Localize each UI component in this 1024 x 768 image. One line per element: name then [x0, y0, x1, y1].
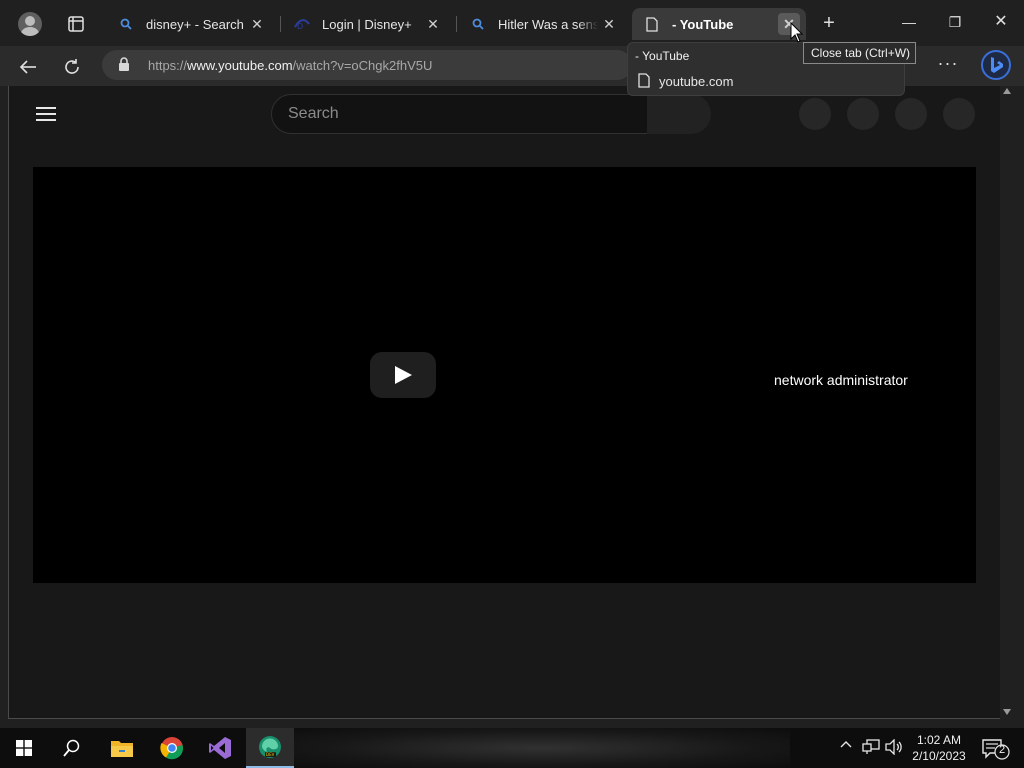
close-tab-tooltip: Close tab (Ctrl+W) — [803, 42, 916, 64]
svg-text:DEV: DEV — [266, 752, 275, 757]
visual-studio-icon — [209, 737, 231, 759]
page-scrollbar[interactable] — [1000, 86, 1015, 719]
tab-close-button[interactable]: ✕ — [598, 13, 620, 35]
tab-close-button[interactable]: ✕ — [422, 13, 444, 35]
new-tab-button[interactable]: + — [818, 12, 840, 34]
tab-strip: disney+ - Search ✕ D Login | Disney+ ✕ H… — [0, 0, 1024, 46]
notification-center-button[interactable]: 2 — [982, 738, 1010, 760]
tab-youtube[interactable]: - YouTube ✕ — [632, 8, 806, 40]
tab-separator — [456, 16, 457, 32]
search-box[interactable]: Search — [271, 94, 648, 134]
tab-title: Hitler Was a sensei — [498, 16, 598, 32]
minimize-button[interactable]: — — [897, 10, 921, 34]
edge-dev-button[interactable]: DEV — [246, 728, 294, 768]
file-explorer-button[interactable] — [98, 728, 146, 768]
video-overlay-text: network administrator — [774, 372, 908, 388]
tab-title: Login | Disney+ — [322, 16, 412, 32]
taskbar-search-button[interactable] — [48, 728, 96, 768]
search-icon — [63, 739, 80, 757]
header-action-placeholder[interactable] — [847, 98, 879, 130]
disney-icon: D — [294, 16, 310, 32]
video-player[interactable]: network administrator — [33, 167, 976, 583]
mouse-cursor-icon — [790, 21, 804, 49]
url-text[interactable]: https://www.youtube.com/watch?v=oChgk2fh… — [148, 58, 432, 73]
settings-more-button[interactable]: ··· — [936, 54, 960, 78]
tab-separator — [280, 16, 281, 32]
search-icon — [470, 16, 486, 32]
tab-hitler-search[interactable]: Hitler Was a sensei ✕ — [458, 8, 626, 40]
search-icon — [118, 16, 134, 32]
page-icon — [638, 73, 650, 93]
tab-title: - YouTube — [672, 16, 734, 32]
search-button[interactable] — [647, 94, 711, 134]
back-arrow-icon — [19, 60, 36, 74]
refresh-icon — [65, 59, 79, 74]
bing-chat-button[interactable] — [980, 49, 1012, 81]
chrome-icon — [160, 737, 184, 760]
file-explorer-icon — [111, 741, 133, 757]
play-button[interactable] — [370, 352, 436, 398]
tab-title: disney+ - Search — [146, 16, 244, 32]
taskbar-background — [290, 728, 790, 768]
visual-studio-button[interactable] — [196, 728, 244, 768]
chrome-button[interactable] — [148, 728, 196, 768]
tray-overflow-icon[interactable] — [840, 739, 852, 754]
volume-icon[interactable] — [885, 738, 903, 758]
refresh-button[interactable] — [59, 54, 85, 80]
address-bar[interactable]: https://www.youtube.com/watch?v=oChgk2fh… — [102, 50, 632, 80]
taskbar: DEV 1:02 AM 2/10/2023 2 — [0, 728, 1024, 768]
clock-date: 2/10/2023 — [912, 749, 966, 763]
page-content: Search network administrator — [8, 86, 1000, 719]
tab-actions-icon[interactable] — [62, 10, 90, 38]
system-clock[interactable]: 1:02 AM 2/10/2023 — [906, 732, 972, 764]
profile-avatar-icon[interactable] — [18, 12, 42, 36]
notification-count: 2 — [998, 744, 1006, 756]
avatar[interactable] — [943, 98, 975, 130]
scroll-down-icon[interactable] — [1003, 709, 1011, 715]
search-input[interactable]: Search — [288, 105, 339, 123]
back-button[interactable] — [15, 54, 41, 80]
edge-dev-icon: DEV — [259, 736, 281, 758]
svg-text:D: D — [297, 22, 303, 30]
hover-card-domain: youtube.com — [659, 74, 734, 89]
url-path: /watch?v=oChgk2fhV5U — [292, 58, 433, 73]
windows-start-icon — [16, 740, 32, 756]
bing-icon — [981, 50, 1011, 80]
hamburger-menu-icon[interactable] — [36, 107, 56, 121]
header-action-placeholder[interactable] — [799, 98, 831, 130]
window-close-button[interactable]: ✕ — [989, 10, 1013, 34]
restore-button[interactable]: ❐ — [943, 10, 967, 34]
lock-icon[interactable] — [118, 57, 130, 77]
start-button[interactable] — [0, 728, 48, 768]
tab-disney-login[interactable]: D Login | Disney+ ✕ — [282, 8, 450, 40]
clock-time: 1:02 AM — [916, 733, 962, 747]
page-icon — [644, 16, 660, 32]
url-prefix: https:// — [148, 58, 188, 73]
tab-close-button[interactable]: ✕ — [246, 13, 268, 35]
tab-disney-search[interactable]: disney+ - Search ✕ — [106, 8, 274, 40]
scroll-up-icon[interactable] — [1003, 88, 1011, 94]
play-icon — [395, 366, 412, 384]
network-icon[interactable] — [862, 739, 880, 758]
url-host: www.youtube.com — [187, 58, 293, 73]
header-action-placeholder[interactable] — [895, 98, 927, 130]
hover-card-title: - YouTube — [635, 49, 690, 63]
